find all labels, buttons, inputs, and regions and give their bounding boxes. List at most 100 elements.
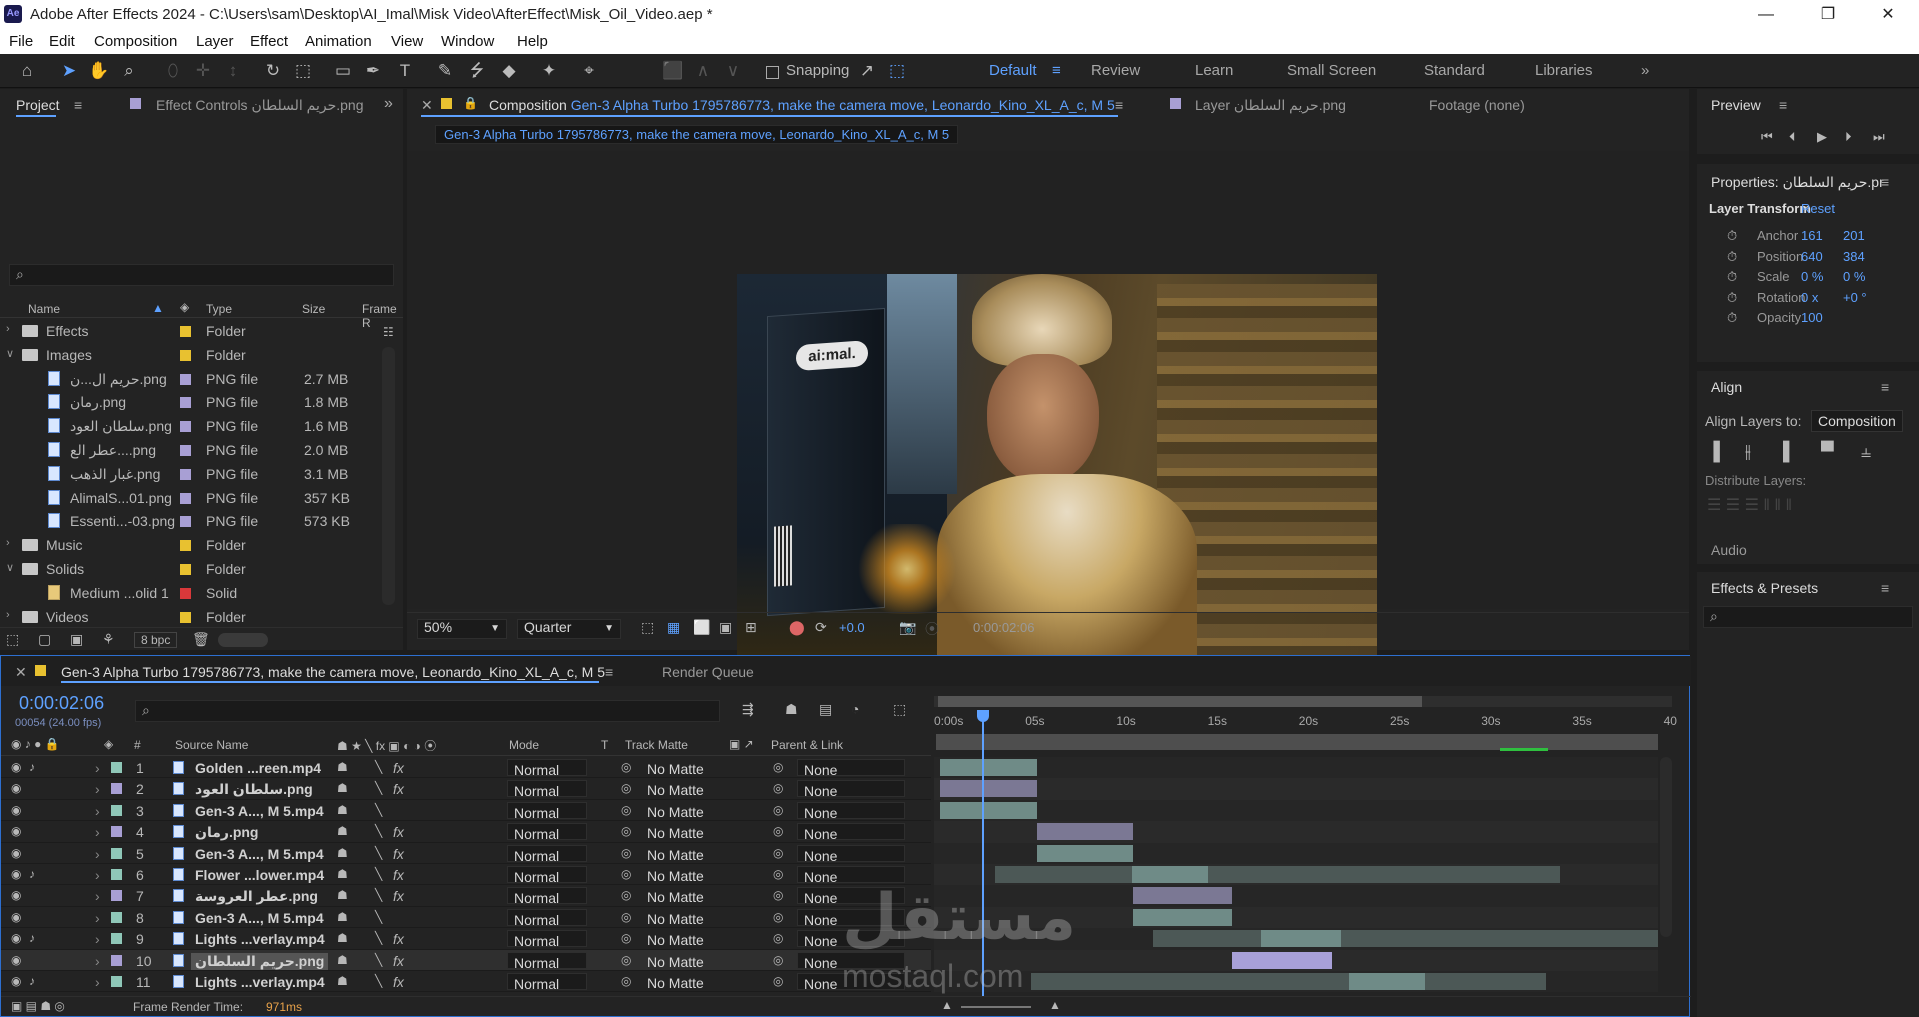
layer-duration-bar[interactable] bbox=[1153, 930, 1658, 948]
timeline-layer-row[interactable]: ◉ ♪ › 6 Flower ...lower.mp4 ☗ ╲ fx Normal ◎ No Mat… bbox=[1, 864, 931, 886]
expand-layer-icon[interactable]: › bbox=[95, 803, 100, 819]
track-matte-pickwhip-icon[interactable]: ◎ bbox=[621, 760, 631, 774]
transform-value-2[interactable]: +0 ° bbox=[1843, 290, 1867, 305]
column-source-name[interactable]: Source Name bbox=[175, 738, 248, 752]
comp-breadcrumb[interactable]: Gen-3 Alpha Turbo 1795786773, make the c… bbox=[435, 125, 959, 144]
resolution-dropdown[interactable]: Quarter ▼ bbox=[517, 619, 621, 639]
project-item[interactable]: ∨ Images Folder bbox=[0, 343, 380, 367]
layer-duration-bar[interactable] bbox=[940, 780, 1037, 798]
new-folder-icon[interactable]: ▢ bbox=[38, 631, 51, 648]
expand-layer-icon[interactable]: › bbox=[95, 888, 100, 904]
expanded-chevron-icon[interactable]: ∨ bbox=[6, 347, 14, 360]
quality-switch-icon[interactable]: ╲ bbox=[375, 781, 382, 795]
column-size[interactable]: Size bbox=[302, 302, 325, 316]
label-color-swatch[interactable] bbox=[180, 349, 191, 361]
axis-local-icon[interactable]: ⬛ bbox=[660, 59, 686, 83]
menu-file[interactable]: File bbox=[9, 33, 33, 50]
tab-timeline-comp[interactable]: Gen-3 Alpha Turbo 1795786773, make the c… bbox=[61, 664, 605, 680]
expand-layer-icon[interactable]: › bbox=[95, 760, 100, 776]
workspace-menu-icon[interactable]: ≡ bbox=[1052, 62, 1061, 79]
menu-composition[interactable]: Composition bbox=[94, 33, 177, 50]
zoom-out-icon[interactable]: ▲ bbox=[941, 998, 953, 1012]
parent-pickwhip-icon[interactable]: ◎ bbox=[773, 824, 783, 838]
stopwatch-icon[interactable]: ⏱ bbox=[1727, 228, 1737, 244]
track-matte-dropdown[interactable]: No Matte bbox=[641, 845, 721, 862]
project-item[interactable]: غبار الذهب.png PNG file 3.1 MB bbox=[0, 462, 380, 486]
previous-frame-icon[interactable]: ⏴ bbox=[1789, 129, 1796, 145]
blend-mode-dropdown[interactable]: Normal bbox=[507, 908, 587, 927]
channels-icon[interactable]: ⬤ bbox=[789, 619, 805, 636]
tab-composition[interactable]: Composition Gen-3 Alpha Turbo 1795786773… bbox=[489, 97, 1115, 113]
expand-layer-icon[interactable]: › bbox=[95, 824, 100, 840]
maximize-icon[interactable]: ❐ bbox=[1808, 3, 1848, 27]
effects-presets-menu-icon[interactable]: ≡ bbox=[1881, 580, 1889, 596]
parent-pickwhip-icon[interactable]: ◎ bbox=[773, 931, 783, 945]
parent-dropdown[interactable]: None bbox=[797, 801, 905, 820]
tab-project[interactable]: Project bbox=[16, 97, 60, 113]
project-item[interactable]: سلطان العود.png PNG file 1.6 MB bbox=[0, 414, 380, 438]
timeline-layer-row[interactable]: ◉ ♪ › 1 Golden ...reen.mp4 ☗ ╲ fx Normal ◎ No Matt… bbox=[1, 757, 931, 779]
axis-view-icon[interactable]: ∨ bbox=[720, 59, 746, 83]
audio-title[interactable]: Audio bbox=[1711, 542, 1747, 558]
playhead-handle[interactable] bbox=[977, 710, 989, 722]
distribute-icons[interactable]: ☰ ☰ ☰ ‖ ‖ ‖ bbox=[1707, 495, 1792, 515]
layer-source-name[interactable]: Gen-3 A..., M 5.mp4 bbox=[195, 846, 324, 862]
footer-icons[interactable]: ▣ ▤ ☗ ◎ bbox=[11, 999, 65, 1013]
track-matte-dropdown[interactable]: No Matte bbox=[641, 866, 721, 884]
audio-speaker-icon[interactable]: ♪ bbox=[29, 867, 35, 881]
parent-pickwhip-icon[interactable]: ◎ bbox=[773, 760, 783, 774]
track-matte-dropdown[interactable]: No Matte bbox=[641, 973, 721, 991]
workspace-overflow-icon[interactable]: » bbox=[1641, 62, 1649, 79]
clone-stamp-tool-icon[interactable]: ⭍ bbox=[464, 59, 490, 83]
blend-mode-dropdown[interactable]: Normal bbox=[507, 951, 587, 970]
shy-switch-icon[interactable]: ☗ bbox=[337, 760, 348, 774]
parent-dropdown[interactable]: None bbox=[797, 844, 905, 863]
blend-mode-dropdown[interactable]: Normal bbox=[507, 973, 587, 992]
effect-switch-icon[interactable]: fx bbox=[393, 953, 404, 969]
quality-switch-icon[interactable]: ╲ bbox=[375, 931, 382, 945]
menu-edit[interactable]: Edit bbox=[49, 33, 75, 50]
project-item[interactable]: AlimalS...01.png PNG file 357 KB bbox=[0, 486, 380, 510]
shy-switch-icon[interactable]: ☗ bbox=[337, 974, 348, 988]
parent-pickwhip-icon[interactable]: ◎ bbox=[773, 867, 783, 881]
track-matte-pickwhip-icon[interactable]: ◎ bbox=[621, 846, 631, 860]
tab-layer[interactable]: Layer حريم السلطان.png bbox=[1195, 97, 1346, 114]
type-tool-icon[interactable]: T bbox=[392, 59, 418, 83]
project-item[interactable]: Essenti...-03.png PNG file 573 KB bbox=[0, 509, 380, 533]
timeline-zoom-slider[interactable] bbox=[961, 1006, 1031, 1008]
visibility-eye-icon[interactable]: ◉ bbox=[11, 910, 21, 924]
project-settings-icon[interactable]: ⚘ bbox=[102, 631, 115, 648]
parent-pickwhip-icon[interactable]: ◎ bbox=[773, 803, 783, 817]
parent-dropdown[interactable]: None bbox=[797, 823, 905, 842]
transform-value-1[interactable]: 161 bbox=[1801, 228, 1823, 243]
layer-duration-bar[interactable] bbox=[994, 866, 1561, 883]
audio-speaker-icon[interactable]: ♪ bbox=[29, 931, 35, 945]
project-item[interactable]: رمان.png PNG file 1.8 MB bbox=[0, 390, 380, 414]
layer-source-name[interactable]: Gen-3 A..., M 5.mp4 bbox=[195, 910, 324, 926]
quality-switch-icon[interactable]: ╲ bbox=[375, 867, 382, 881]
selection-tool-icon[interactable]: ➤ bbox=[56, 59, 82, 83]
layer-label-color[interactable] bbox=[111, 804, 122, 816]
minimize-icon[interactable]: — bbox=[1746, 3, 1786, 27]
workspace-libraries[interactable]: Libraries bbox=[1535, 62, 1593, 79]
label-color-swatch[interactable] bbox=[180, 468, 191, 480]
eraser-tool-icon[interactable]: ◆ bbox=[496, 59, 522, 83]
column-type[interactable]: Type bbox=[206, 302, 232, 316]
label-tag-icon[interactable]: ◈ bbox=[180, 300, 189, 314]
quality-switch-icon[interactable]: ╲ bbox=[375, 846, 382, 860]
tab-effect-controls[interactable]: Effect Controls حريم السلطان.png bbox=[156, 97, 364, 114]
shy-switch-icon[interactable]: ☗ bbox=[337, 824, 348, 838]
snapping-checkbox[interactable] bbox=[766, 66, 779, 79]
blend-mode-dropdown[interactable]: Normal bbox=[507, 866, 587, 885]
navigator-range[interactable] bbox=[938, 696, 1422, 707]
draft-3d-icon[interactable]: ☗ bbox=[785, 701, 798, 718]
transform-value-2[interactable]: 384 bbox=[1843, 249, 1865, 264]
align-left-icon[interactable]: ▐ bbox=[1707, 441, 1720, 462]
layer-label-color[interactable] bbox=[111, 954, 122, 966]
layer-duration-bar[interactable] bbox=[1031, 973, 1546, 990]
track-matte-dropdown[interactable]: No Matte bbox=[641, 909, 721, 926]
pen-tool-icon[interactable]: ✒ bbox=[360, 59, 386, 83]
delete-icon[interactable]: 🗑 bbox=[192, 631, 210, 648]
parent-pickwhip-icon[interactable]: ◎ bbox=[773, 910, 783, 924]
blend-mode-dropdown[interactable]: Normal bbox=[507, 930, 587, 949]
